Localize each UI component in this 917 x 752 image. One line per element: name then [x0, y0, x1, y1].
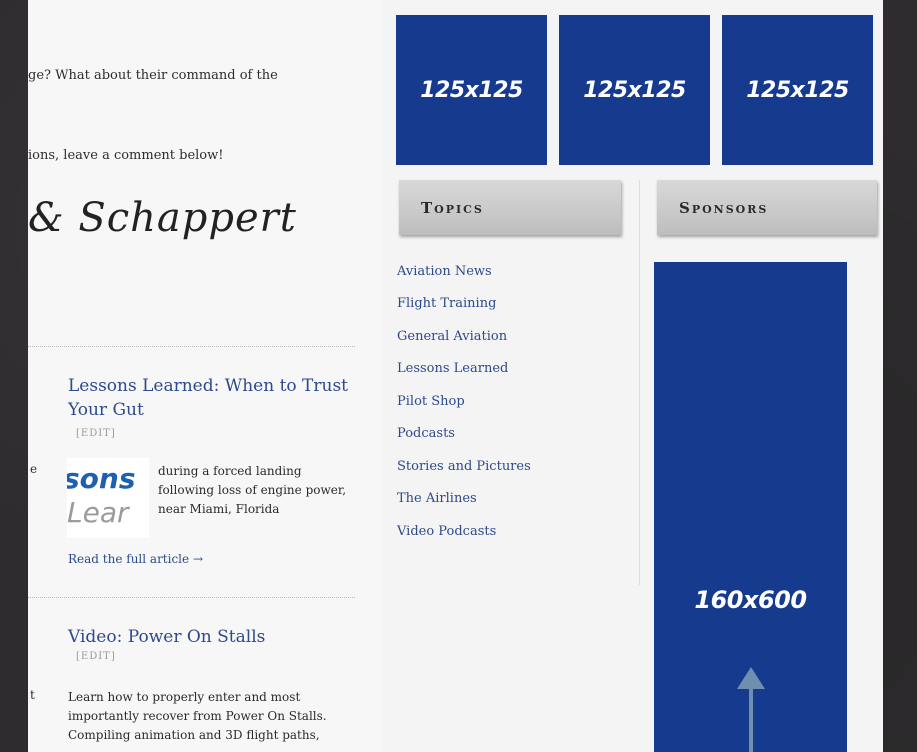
topic-link[interactable]: Flight Training: [397, 296, 496, 311]
stray-text: e: [30, 462, 38, 476]
post-excerpt: Learn how to properly enter and most imp…: [68, 688, 327, 745]
post-excerpt: during a forced landing following loss o…: [158, 462, 346, 519]
topic-link[interactable]: Lessons Learned: [397, 361, 508, 376]
topic-link[interactable]: Aviation News: [397, 264, 492, 279]
post-title-line[interactable]: Lessons Learned: When to Trust: [68, 374, 348, 398]
excerpt-line: near Miami, Florida: [158, 502, 280, 516]
post-title-line[interactable]: Your Gut: [68, 398, 348, 422]
divider: [28, 597, 355, 598]
post-title-link[interactable]: Video: Power On Stalls: [68, 625, 265, 649]
excerpt-line: Learn how to properly enter and most: [68, 690, 301, 704]
author-signature: & Schappert: [28, 195, 297, 241]
ad-banner-small[interactable]: 125x125: [559, 15, 710, 165]
excerpt-line: following loss of engine power,: [158, 483, 347, 497]
post-thumbnail[interactable]: sons Lear: [67, 458, 149, 538]
column-divider: [639, 180, 640, 585]
ad-banner-small[interactable]: 125x125: [722, 15, 873, 165]
topic-link[interactable]: Podcasts: [397, 426, 455, 441]
excerpt-line: importantly recover from Power On Stalls…: [68, 709, 327, 723]
excerpt-line: during a forced landing: [158, 464, 302, 478]
topic-link[interactable]: The Airlines: [397, 491, 477, 506]
divider: [28, 346, 355, 347]
excerpt-line: Compiling animation and 3D flight paths,: [68, 728, 320, 742]
topic-link[interactable]: Video Podcasts: [397, 524, 496, 539]
arrow-shaft: [749, 686, 753, 752]
post-body-line: ions, leave a comment below!: [28, 148, 224, 163]
read-more-link[interactable]: Read the full article →: [68, 552, 203, 566]
thumbnail-text: Lear: [67, 496, 129, 529]
edit-link[interactable]: [EDIT]: [76, 428, 116, 439]
post-title-link[interactable]: Lessons Learned: When to Trust Your Gut: [68, 374, 348, 422]
thumbnail-text: sons: [67, 462, 136, 495]
edit-link[interactable]: [EDIT]: [76, 651, 116, 662]
topic-link[interactable]: General Aviation: [397, 329, 507, 344]
topic-link[interactable]: Stories and Pictures: [397, 459, 531, 474]
topics-heading: Topics: [399, 180, 621, 235]
ad-banner-small[interactable]: 125x125: [396, 15, 547, 165]
stray-text: t: [30, 688, 35, 702]
sponsors-heading: Sponsors: [657, 180, 877, 235]
post-body-line: ge? What about their command of the: [28, 68, 278, 83]
topic-link[interactable]: Pilot Shop: [397, 394, 465, 409]
